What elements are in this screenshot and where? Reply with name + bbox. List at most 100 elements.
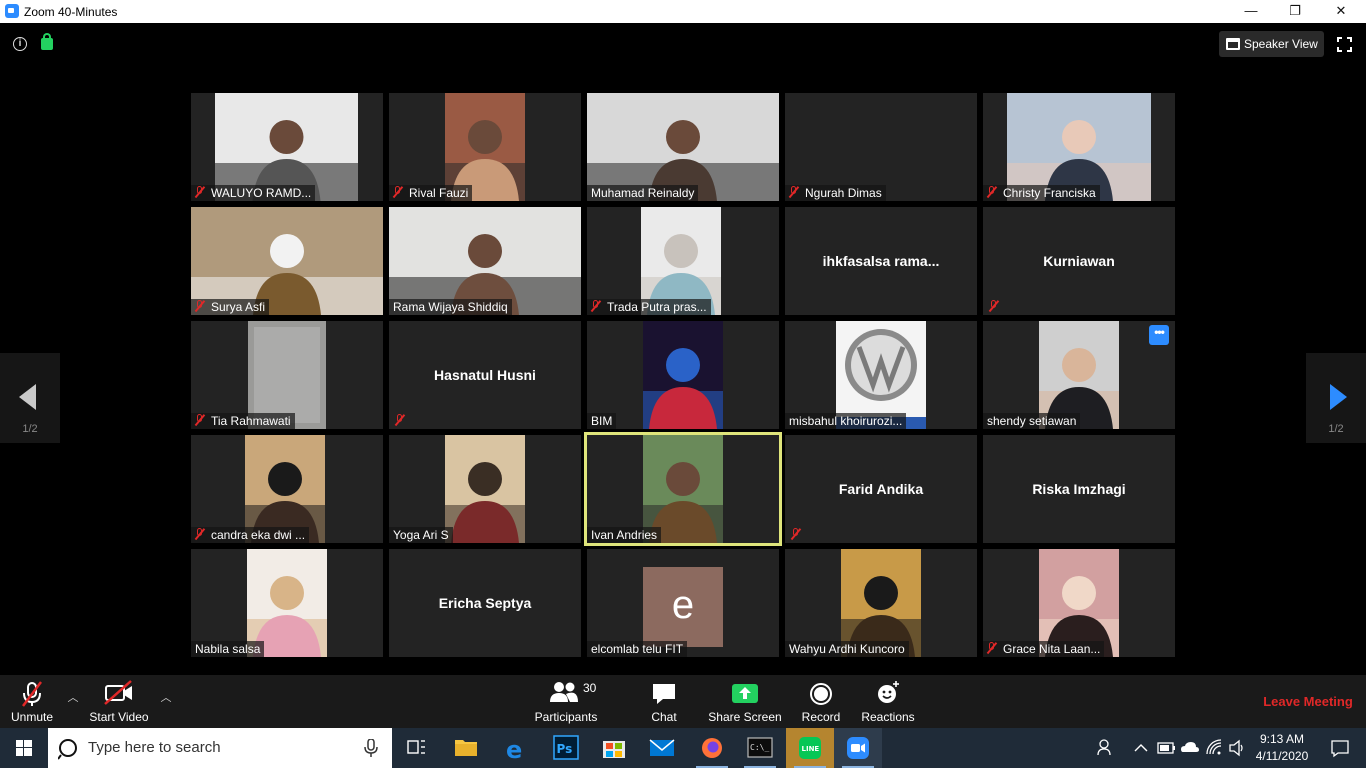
unmute-button[interactable]: Unmute bbox=[4, 675, 60, 728]
participant-video bbox=[445, 435, 525, 543]
participant-tile[interactable]: Kurniawan bbox=[983, 207, 1175, 315]
participant-tile[interactable]: Hasnatul Husni bbox=[389, 321, 581, 429]
minimize-button[interactable]: — bbox=[1228, 0, 1274, 23]
start-video-button[interactable]: Start Video bbox=[86, 675, 152, 728]
participant-name: BIM bbox=[591, 414, 613, 428]
participant-name-label: Yoga Ari S bbox=[389, 527, 453, 543]
video-off-icon bbox=[104, 680, 132, 705]
participant-tile[interactable]: Nabila salsa bbox=[191, 549, 383, 657]
volume-icon[interactable] bbox=[1226, 728, 1248, 768]
taskbar-search-box[interactable]: Type here to search bbox=[48, 728, 392, 768]
people-icon[interactable] bbox=[1092, 728, 1120, 768]
reactions-button[interactable]: Reactions bbox=[858, 675, 918, 728]
participant-name: Rama Wijaya Shiddiq bbox=[393, 300, 508, 314]
speaker-view-button[interactable]: Speaker View bbox=[1219, 31, 1324, 57]
participant-name-label: Ngurah Dimas bbox=[785, 185, 886, 201]
meeting-toolbar: Unmute ︿ Start Video ︿ 30 Participants C… bbox=[0, 675, 1366, 728]
participant-tile[interactable]: Rival Fauzi bbox=[389, 93, 581, 201]
participant-tile[interactable]: shendy setiawan ••• bbox=[983, 321, 1175, 429]
audio-options-caret-icon[interactable]: ︿ bbox=[67, 689, 79, 704]
mic-muted-icon bbox=[989, 300, 999, 312]
mic-muted-icon bbox=[791, 528, 801, 540]
window-title-bar: Zoom 40-Minutes — ❐ ✕ bbox=[0, 0, 1366, 23]
participant-tile[interactable]: BIM bbox=[587, 321, 779, 429]
file-explorer-icon[interactable] bbox=[442, 728, 490, 768]
participant-video bbox=[643, 321, 723, 429]
next-page-button[interactable]: 1/2 bbox=[1306, 353, 1366, 443]
participant-tile[interactable]: Wahyu Ardhi Kuncoro bbox=[785, 549, 977, 657]
participant-name-label: Tia Rahmawati bbox=[191, 413, 295, 429]
windows-start-button[interactable] bbox=[0, 728, 48, 768]
video-options-caret-icon[interactable]: ︿ bbox=[160, 689, 172, 704]
start-video-label: Start Video bbox=[89, 710, 149, 724]
previous-page-button[interactable]: 1/2 bbox=[0, 353, 60, 443]
mic-muted-icon bbox=[591, 300, 601, 312]
leave-meeting-button[interactable]: Leave Meeting bbox=[1258, 694, 1358, 709]
participant-name: shendy setiawan bbox=[987, 414, 1077, 428]
participant-tile[interactable]: misbahul khoirurozi... bbox=[785, 321, 977, 429]
more-options-button[interactable]: ••• bbox=[1149, 325, 1169, 345]
participant-name: Ivan Andries bbox=[591, 528, 658, 542]
restore-button[interactable]: ❐ bbox=[1272, 0, 1318, 23]
command-prompt-icon[interactable]: C:\_ bbox=[736, 728, 784, 768]
fullscreen-icon[interactable] bbox=[1337, 37, 1352, 52]
participant-name: Muhamad Reinaldy bbox=[591, 186, 695, 200]
participant-tile[interactable]: Farid Andika bbox=[785, 435, 977, 543]
participants-button[interactable]: 30 Participants bbox=[532, 675, 600, 728]
participant-name-label: shendy setiawan bbox=[983, 413, 1081, 429]
microsoft-store-icon[interactable] bbox=[590, 728, 638, 768]
participant-tile[interactable]: Riska Imzhagi bbox=[983, 435, 1175, 543]
microphone-icon[interactable] bbox=[364, 739, 378, 757]
encryption-lock-icon[interactable] bbox=[41, 33, 53, 50]
reactions-label: Reactions bbox=[861, 710, 915, 724]
chat-button[interactable]: Chat bbox=[640, 675, 688, 728]
participant-tile[interactable]: Ngurah Dimas bbox=[785, 93, 977, 201]
participant-video-frame bbox=[643, 321, 723, 429]
mail-icon[interactable] bbox=[638, 728, 686, 768]
meeting-stage: i Speaker View 1/2 1/2 WALUYO RAMD... Riv… bbox=[0, 23, 1366, 675]
participant-tile[interactable]: Surya Asfi bbox=[191, 207, 383, 315]
reactions-icon bbox=[878, 681, 899, 703]
participant-tile[interactable]: Ericha Septya bbox=[389, 549, 581, 657]
participant-tile[interactable]: Tia Rahmawati bbox=[191, 321, 383, 429]
participant-tile[interactable]: candra eka dwi ... bbox=[191, 435, 383, 543]
participant-video-frame bbox=[445, 435, 525, 543]
participant-name-center: Ericha Septya bbox=[438, 595, 532, 611]
task-view-icon[interactable] bbox=[392, 728, 440, 768]
participant-tile[interactable]: ihkfasalsa rama... bbox=[785, 207, 977, 315]
windows-logo-icon bbox=[16, 740, 32, 756]
participant-name-label: Christy Franciska bbox=[983, 185, 1100, 201]
participant-name: Rival Fauzi bbox=[409, 186, 469, 200]
participant-tile[interactable]: Trada Putra pras... bbox=[587, 207, 779, 315]
participant-tile[interactable]: Grace Nita Laan... bbox=[983, 549, 1175, 657]
wifi-icon[interactable] bbox=[1202, 728, 1226, 768]
taskbar-clock[interactable]: 9:13 AM 4/11/2020 bbox=[1247, 731, 1317, 765]
participant-tile[interactable]: Yoga Ari S bbox=[389, 435, 581, 543]
battery-icon[interactable] bbox=[1154, 728, 1178, 768]
mic-muted-icon bbox=[987, 186, 997, 198]
svg-text:C:\_: C:\_ bbox=[750, 743, 769, 752]
line-app-icon[interactable]: LINE bbox=[786, 728, 834, 768]
participant-name-label: Wahyu Ardhi Kuncoro bbox=[785, 641, 909, 657]
close-window-button[interactable]: ✕ bbox=[1318, 0, 1364, 23]
participant-tile[interactable]: Christy Franciska bbox=[983, 93, 1175, 201]
participant-tile[interactable]: e elcomlab telu FIT bbox=[587, 549, 779, 657]
zoom-taskbar-icon[interactable] bbox=[834, 728, 882, 768]
participant-tile[interactable]: Muhamad Reinaldy bbox=[587, 93, 779, 201]
meeting-info-icon[interactable]: i bbox=[13, 37, 27, 51]
firefox-icon[interactable] bbox=[688, 728, 736, 768]
microphone-muted-icon bbox=[22, 681, 42, 707]
onedrive-cloud-icon[interactable] bbox=[1178, 728, 1202, 768]
participants-label: Participants bbox=[534, 710, 598, 724]
participant-name: candra eka dwi ... bbox=[211, 528, 306, 542]
show-hidden-icons-icon[interactable] bbox=[1130, 728, 1152, 768]
participant-name: Yoga Ari S bbox=[393, 528, 449, 542]
share-screen-button[interactable]: Share Screen bbox=[708, 675, 782, 728]
participant-tile[interactable]: Rama Wijaya Shiddiq bbox=[389, 207, 581, 315]
participant-tile-active-speaker[interactable]: Ivan Andries bbox=[584, 432, 782, 546]
edge-browser-icon[interactable]: e bbox=[492, 728, 540, 768]
participant-tile[interactable]: WALUYO RAMD... bbox=[191, 93, 383, 201]
record-button[interactable]: Record bbox=[796, 675, 846, 728]
photoshop-icon[interactable]: Ps bbox=[542, 728, 590, 768]
action-center-icon[interactable] bbox=[1320, 728, 1360, 768]
